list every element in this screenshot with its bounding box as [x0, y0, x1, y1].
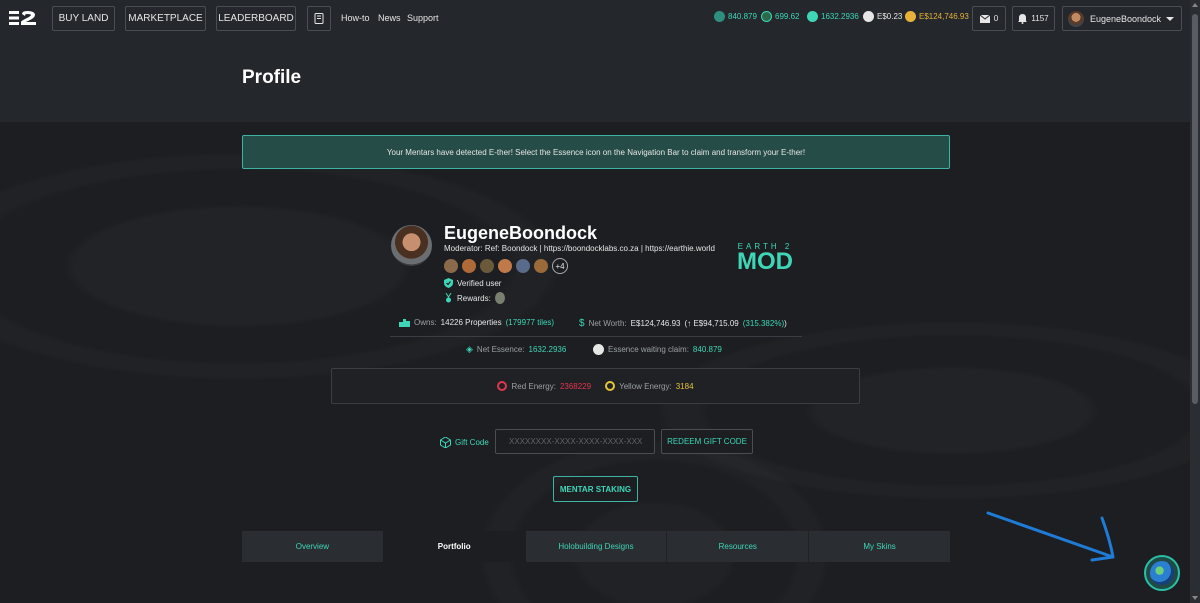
gift-icon [440, 437, 451, 448]
annotation-arrow [986, 511, 1115, 562]
tab-resources[interactable]: Resources [667, 531, 809, 562]
notebook-button[interactable] [307, 6, 331, 31]
tab-my-skins[interactable]: My Skins [809, 531, 950, 562]
essence-waiting-line: Essence waiting claim: 840.879 [593, 344, 722, 355]
ether-stat[interactable]: 699.62 [761, 11, 799, 22]
owns-stat: Owns: 14226 Properties (179977 tiles) [399, 318, 554, 327]
notifications-button[interactable]: 1157 [1012, 6, 1055, 31]
badge-icon[interactable] [480, 259, 494, 273]
red-energy-icon [497, 381, 508, 391]
profile-bio: Moderator: Ref: Boondock | https://boond… [444, 244, 715, 253]
top-nav: BUY LAND MARKETPLACE LEADERBOARD How-to … [0, 0, 1200, 36]
page-title: Profile [242, 67, 302, 88]
globe-icon [1150, 561, 1174, 585]
earth2-logo[interactable] [9, 10, 37, 26]
net-worth-line: $ Net Worth: E$124,746.93 (↑ E$94,715.09… [579, 318, 787, 329]
notebook-icon [314, 13, 324, 24]
cash-stat[interactable]: E$0.23 [863, 11, 902, 22]
essence-claim-stat[interactable]: 840.879 [714, 11, 757, 22]
badge-icon[interactable] [462, 259, 476, 273]
coin-icon [905, 11, 916, 22]
scroll-up-icon[interactable] [1192, 3, 1198, 7]
shield-check-icon [444, 278, 453, 288]
rewards: Rewards: [444, 292, 505, 304]
divider [390, 336, 802, 337]
ether-notice: Your Mentars have detected E-ther! Selec… [242, 135, 950, 169]
ether-icon [761, 11, 772, 22]
page-header [0, 36, 1190, 122]
avatar [1068, 10, 1084, 27]
energy-panel: Red Energy: 2368229 Yellow Energy: 3184 [331, 368, 860, 404]
news-link[interactable]: News [378, 13, 401, 23]
more-badges-button[interactable]: +4 [552, 258, 568, 274]
profile-username: EugeneBoondock [444, 223, 598, 243]
leaderboard-button[interactable]: LEADERBOARD [216, 6, 296, 31]
badge-icon[interactable] [516, 259, 530, 273]
net-essence-line: ◈ Net Essence: 1632.2936 [466, 344, 567, 354]
profile-avatar [391, 225, 432, 266]
howto-link[interactable]: How-to [341, 13, 370, 23]
medal-icon [445, 293, 452, 303]
scrollbar-thumb[interactable] [1192, 14, 1198, 404]
tab-portfolio[interactable]: Portfolio [383, 531, 525, 562]
bell-icon [1018, 13, 1028, 24]
tab-overview[interactable]: Overview [242, 531, 383, 562]
reward-icon[interactable] [494, 292, 505, 304]
profile-tabs: Overview Portfolio Holobuilding Designs … [242, 531, 950, 562]
messages-button[interactable]: 0 [972, 6, 1006, 31]
badge-icon[interactable] [498, 259, 512, 273]
mail-icon [979, 14, 990, 23]
mentar-staking-button[interactable]: MENTAR STAKING [553, 476, 638, 502]
badge-icon[interactable] [534, 259, 548, 273]
verified-status: Verified user [444, 278, 501, 288]
essence-icon [807, 11, 818, 22]
dollar-icon: $ [579, 318, 585, 329]
scroll-down-icon[interactable] [1192, 596, 1198, 600]
user-menu[interactable]: EugeneBoondock [1062, 6, 1182, 31]
tab-holobuilding-designs[interactable]: Holobuilding Designs [525, 531, 667, 562]
yellow-energy: Yellow Energy: 3184 [605, 381, 694, 391]
dollar-icon [863, 11, 874, 22]
mentar-icon [593, 344, 604, 355]
buildings-icon [399, 318, 410, 327]
scrollbar[interactable] [1190, 0, 1200, 603]
marketplace-button[interactable]: MARKETPLACE [125, 6, 206, 31]
gift-code-input[interactable] [495, 429, 655, 454]
redeem-gift-code-button[interactable]: REDEEM GIFT CODE [661, 429, 753, 454]
net-worth-stat[interactable]: E$124,746.93 [905, 11, 969, 22]
chevron-down-icon [1166, 17, 1174, 21]
mentar-icon [714, 11, 725, 22]
red-energy: Red Energy: 2368229 [497, 381, 591, 391]
essence-globe-button[interactable] [1144, 555, 1180, 591]
essence-icon: ◈ [466, 344, 473, 354]
badge-list: +4 [444, 258, 568, 274]
support-link[interactable]: Support [407, 13, 439, 23]
yellow-energy-icon [605, 381, 616, 391]
net-essence-stat[interactable]: 1632.2936 [807, 11, 859, 22]
buy-land-button[interactable]: BUY LAND [52, 6, 115, 31]
badge-icon[interactable] [444, 259, 458, 273]
gift-code-label: Gift Code [440, 437, 489, 448]
earth2-mod-logo: EARTH 2 MOD [737, 242, 793, 275]
